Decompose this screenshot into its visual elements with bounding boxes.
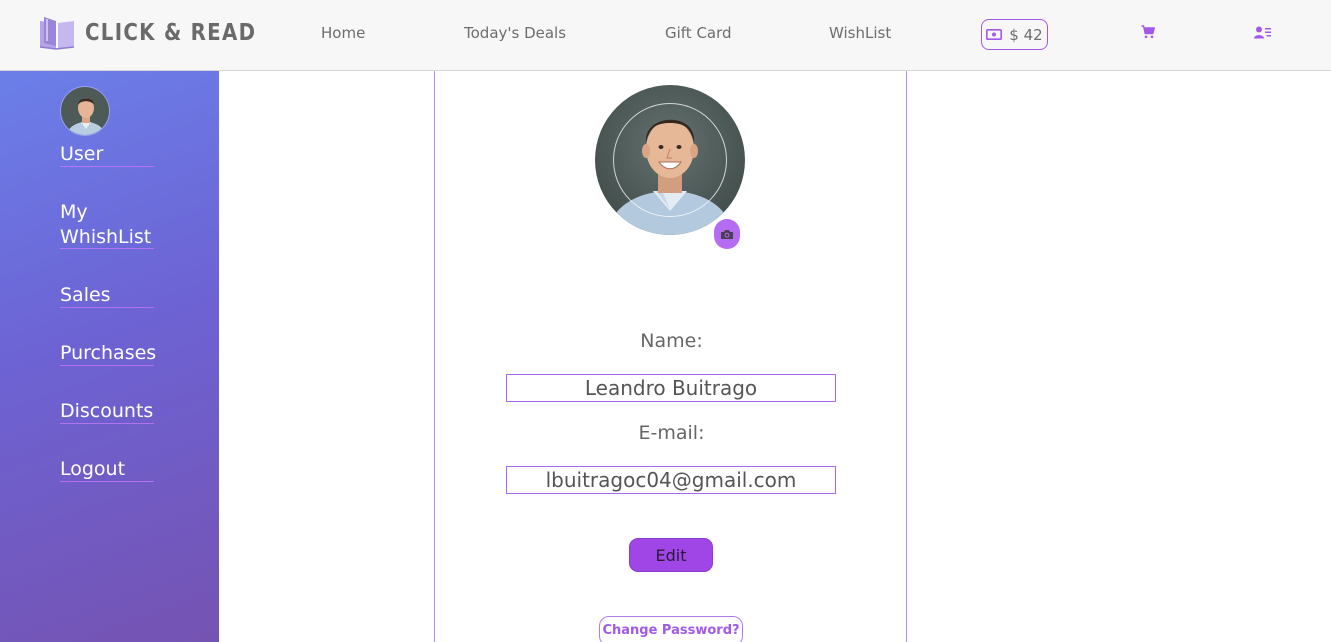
sidebar-item-label: User xyxy=(60,143,104,165)
sidebar-item-label: Logout xyxy=(60,458,126,480)
sidebar-divider xyxy=(60,307,154,308)
sidebar-divider xyxy=(60,166,154,167)
name-label: Name: xyxy=(640,330,703,352)
sidebar-divider xyxy=(60,423,154,424)
email-field[interactable] xyxy=(506,466,836,494)
brand-name: CLICK & READ xyxy=(85,20,257,46)
sidebar-item-label: Discounts xyxy=(60,400,154,422)
photo-ring xyxy=(613,103,727,217)
profile-card: Name: E-mail: Edit Change Password? xyxy=(434,71,907,642)
change-password-button[interactable]: Change Password? xyxy=(599,616,743,642)
sidebar-divider xyxy=(60,365,154,366)
top-navbar: CLICK & READ Home Today's Deals Gift Car… xyxy=(0,0,1331,71)
edit-button[interactable]: Edit xyxy=(629,538,713,572)
sidebar-item-logout[interactable]: Logout xyxy=(60,457,210,482)
sidebar-divider xyxy=(60,481,154,482)
sidebar-item-label: My WhishList xyxy=(60,201,152,248)
wallet-amount: $ 42 xyxy=(1009,25,1043,44)
nav-home-link[interactable]: Home xyxy=(321,24,365,42)
sidebar-item-sales[interactable]: Sales xyxy=(60,283,210,308)
nav-todays-deals-link[interactable]: Today's Deals xyxy=(464,24,566,42)
nav-wishlist-link[interactable]: WishList xyxy=(829,24,891,42)
sidebar-item-purchases[interactable]: Purchases xyxy=(60,341,210,366)
sidebar-item-label: Sales xyxy=(60,284,111,306)
sidebar-item-my-wishlist[interactable]: My WhishList xyxy=(60,200,160,250)
change-photo-button[interactable] xyxy=(714,219,740,249)
user-photo-icon xyxy=(61,87,109,135)
avatar[interactable] xyxy=(60,86,110,136)
camera-icon xyxy=(721,229,733,239)
user-list-icon[interactable] xyxy=(1254,26,1271,39)
sidebar-item-user[interactable]: User xyxy=(60,142,210,167)
book-logo-icon xyxy=(39,17,75,50)
sidebar-item-discounts[interactable]: Discounts xyxy=(60,399,210,424)
cart-icon[interactable] xyxy=(1141,25,1155,39)
money-bill-icon xyxy=(986,29,1003,40)
nav-gift-card-link[interactable]: Gift Card xyxy=(665,24,732,42)
sidebar: User My WhishList Sales Purchases Discou… xyxy=(0,71,219,642)
name-field[interactable] xyxy=(506,374,836,402)
wallet-balance-button[interactable]: $ 42 xyxy=(981,19,1048,50)
email-label: E-mail: xyxy=(638,422,705,444)
sidebar-item-label: Purchases xyxy=(60,342,157,364)
brand-logo[interactable]: CLICK & READ xyxy=(38,15,284,51)
sidebar-divider xyxy=(60,248,154,249)
